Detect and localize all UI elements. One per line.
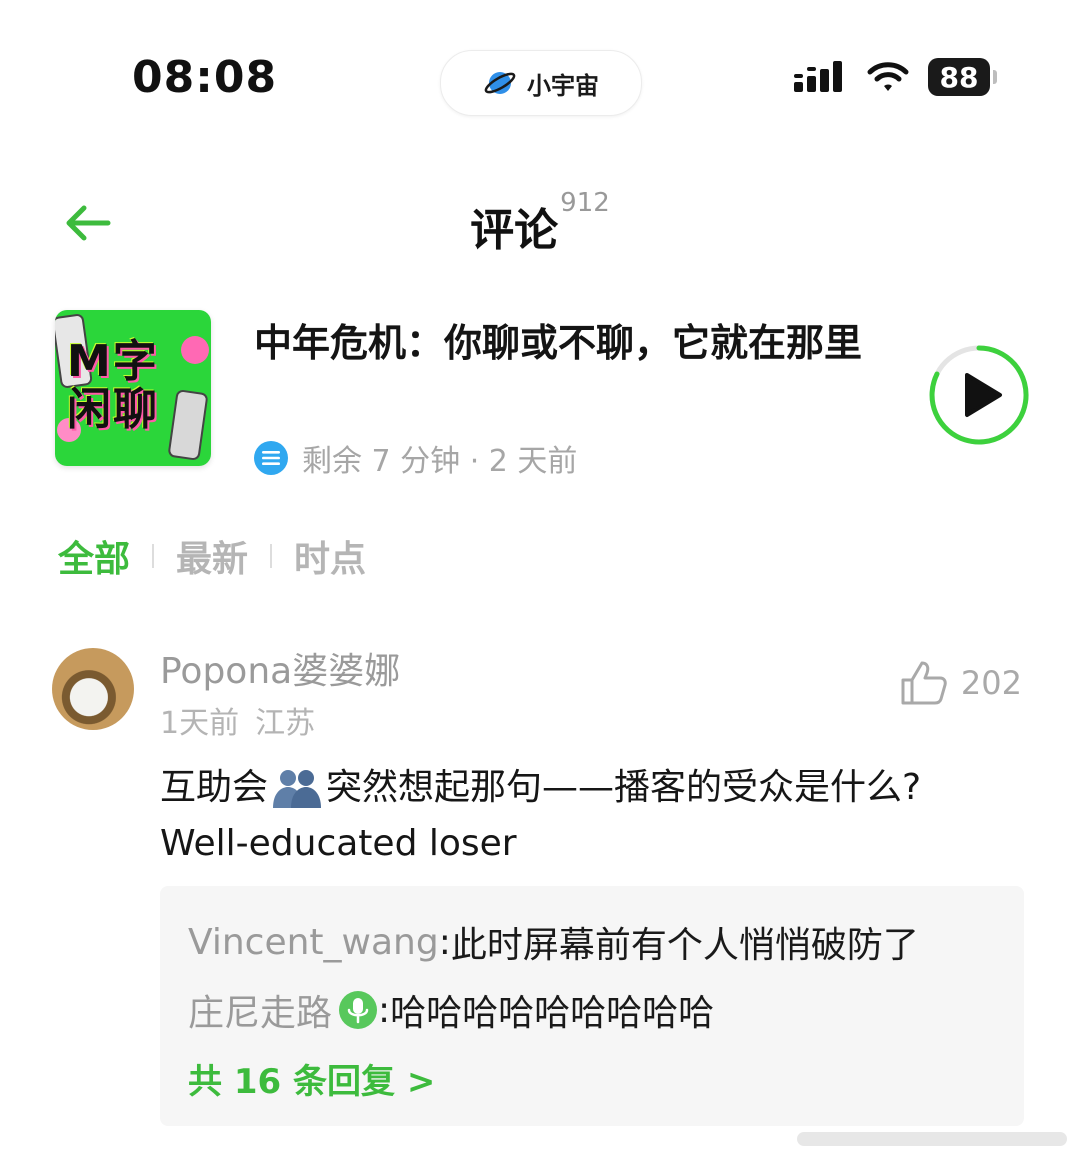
page-title-text: 评论 [470,205,559,256]
hugging-people-icon [273,770,322,808]
comment-text-line2: Well-educated loser [160,823,517,864]
battery-indicator: 88 [928,58,997,96]
tab-timepoint[interactable]: 时点 [294,530,366,582]
tab-latest[interactable]: 最新 [176,530,248,582]
comment-username[interactable]: Popona婆婆娜 [160,642,400,694]
meta-separator: · [460,444,489,479]
home-indicator [797,1132,1067,1146]
status-icons: 88 [794,58,997,96]
reply-colon: : [378,989,391,1031]
episode-cover[interactable]: M字 闲聊 [55,310,211,466]
reply-text: 哈哈哈哈哈哈哈哈哈 [390,993,715,1034]
wifi-icon [867,62,909,91]
like-button[interactable]: 202 [899,660,1022,706]
comment-location: 江苏 [255,706,316,741]
comment-meta: 1天前 江苏 [160,698,315,742]
tab-divider [152,544,155,568]
tab-divider [270,544,273,568]
comment-tabs: 全部 最新 时点 [58,530,366,582]
reply-item[interactable]: Vincent_wang: 此时屏幕前有个人悄悄破防了 [188,916,919,968]
like-count: 202 [960,664,1022,702]
planet-icon [484,72,516,94]
thumbs-up-icon [901,661,947,705]
brand-pill[interactable]: 小宇宙 [440,50,642,116]
play-icon [965,373,1002,417]
reply-colon: : [438,921,451,963]
view-all-replies-link[interactable]: 共 16 条回复 > [188,1054,435,1103]
reply-username[interactable]: 庄尼走路 [188,984,332,1036]
remaining-time: 剩余 7 分钟 · 2 天前 [302,444,578,479]
avatar[interactable] [52,648,134,730]
reply-username[interactable]: Vincent_wang [188,922,439,963]
cover-text: M字 闲聊 [67,336,159,435]
episode-meta: 剩余 7 分钟 · 2 天前 [254,436,577,480]
episode-title[interactable]: 中年危机：你聊或不聊，它就在那里 [254,316,904,370]
reply-item[interactable]: 庄尼走路 : 哈哈哈哈哈哈哈哈哈 [188,984,714,1036]
play-button[interactable] [927,343,1031,447]
comment-count: 912 [560,188,610,218]
microphone-icon [339,991,378,1029]
comment-time: 1天前 [160,706,240,741]
list-icon [254,441,288,475]
comment-text-part2: 突然想起那句——播客的受众是什么? [326,767,922,808]
page-title: 评论912 [0,188,1080,258]
status-time: 08:08 [132,52,278,103]
signal-icon [794,61,842,92]
comment-text: 互助会 突然想起那句——播客的受众是什么? Well-educated lose… [160,760,1040,872]
tab-all[interactable]: 全部 [58,530,130,582]
published-time: 2 天前 [488,444,578,479]
comment-text-part1: 互助会 [160,767,269,808]
brand-label: 小宇宙 [527,71,599,100]
replies-box[interactable]: Vincent_wang: 此时屏幕前有个人悄悄破防了 庄尼走路 : 哈哈哈哈哈… [160,886,1024,1126]
reply-text: 此时屏幕前有个人悄悄破防了 [450,925,919,966]
